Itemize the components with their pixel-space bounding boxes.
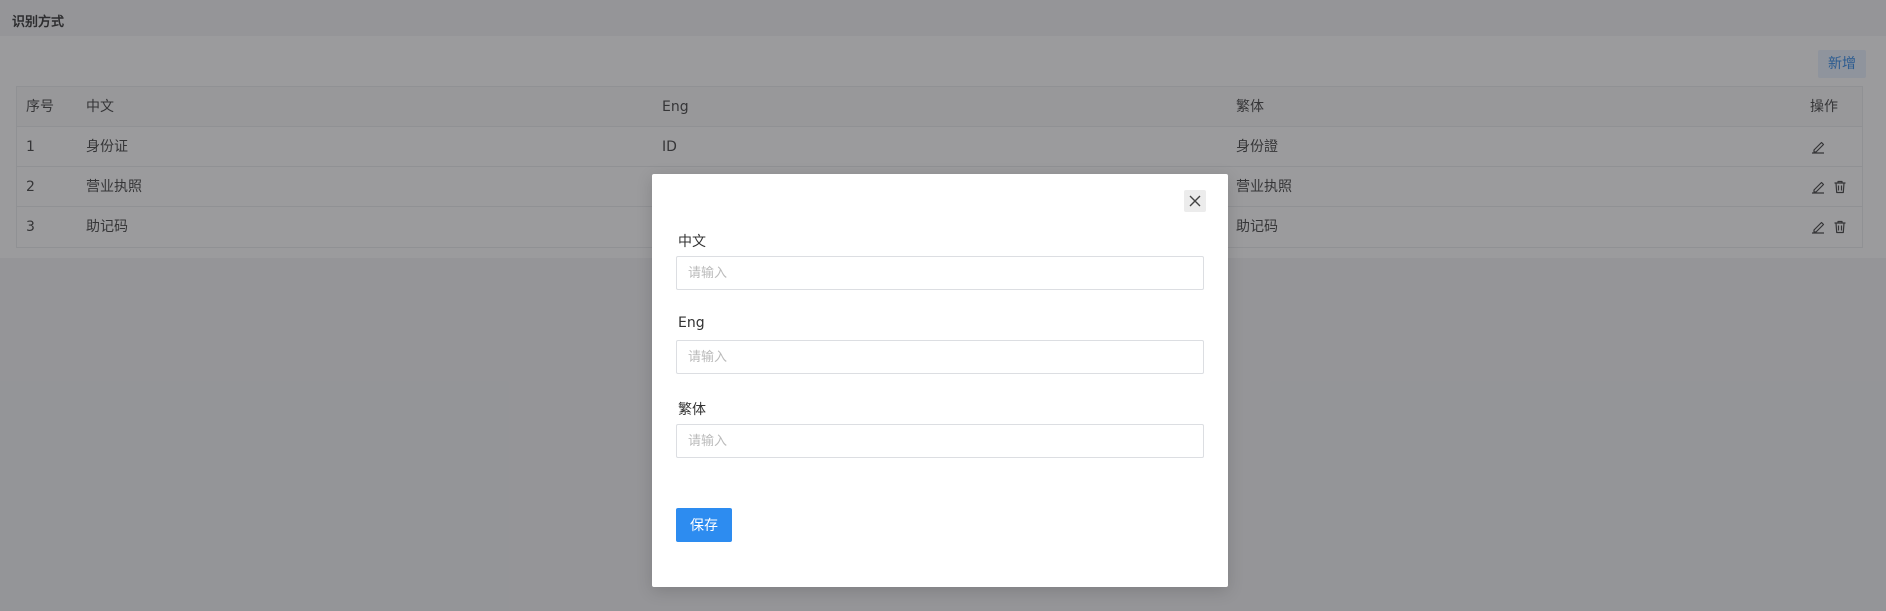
- en-label: Eng: [678, 315, 705, 331]
- en-input[interactable]: [676, 340, 1204, 374]
- edit-dialog: 中文 Eng 繁体 保存: [652, 174, 1228, 587]
- save-button[interactable]: 保存: [676, 508, 732, 542]
- tw-input[interactable]: [676, 424, 1204, 458]
- close-button[interactable]: [1184, 190, 1206, 212]
- zh-input[interactable]: [676, 256, 1204, 290]
- close-icon: [1189, 195, 1201, 207]
- tw-label: 繁体: [678, 402, 706, 418]
- zh-label: 中文: [678, 234, 706, 250]
